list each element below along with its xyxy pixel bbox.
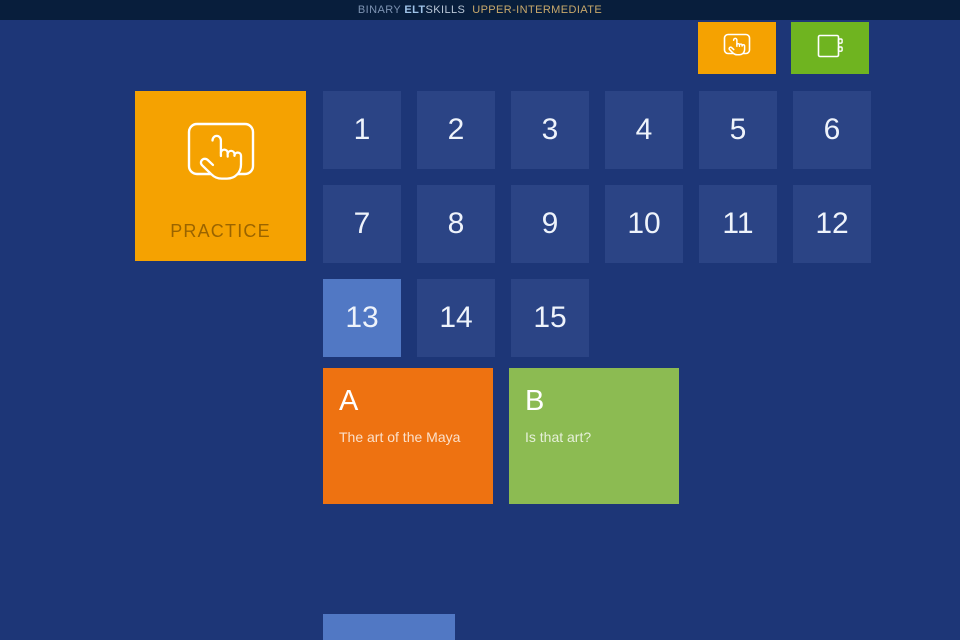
practice-action-button[interactable]: [698, 22, 776, 74]
practice-tile[interactable]: PRACTICE: [135, 91, 306, 261]
skill-tile-row: Speaking: [323, 614, 455, 640]
section-a-title: The art of the Maya: [339, 429, 461, 445]
exercise-tile-5[interactable]: 5: [699, 91, 777, 169]
exercise-tile-13[interactable]: 13: [323, 279, 401, 357]
section-tile-a[interactable]: A The art of the Maya: [323, 368, 493, 504]
exercise-tile-7[interactable]: 7: [323, 185, 401, 263]
section-tile-b[interactable]: B Is that art?: [509, 368, 679, 504]
brand-level-text: UPPER-INTERMEDIATE: [472, 3, 603, 16]
notebook-action-button[interactable]: [791, 22, 869, 74]
exercise-tile-6[interactable]: 6: [793, 91, 871, 169]
brand-elt-text: ELT: [404, 3, 426, 16]
exercise-tile-11[interactable]: 11: [699, 185, 777, 263]
exercise-tile-10[interactable]: 10: [605, 185, 683, 263]
practice-tile-label: PRACTICE: [170, 220, 271, 241]
skill-tile-speaking[interactable]: Speaking: [323, 614, 455, 640]
section-b-letter: B: [525, 385, 545, 417]
section-a-letter: A: [339, 385, 359, 417]
top-action-bar: [698, 22, 869, 74]
brand-title: BINARY ELTSKILLS UPPER-INTERMEDIATE: [357, 3, 603, 16]
exercise-tile-8[interactable]: 8: [417, 185, 495, 263]
brand-skills-text: SKILLS: [425, 3, 466, 16]
app-header-bar: BINARY ELTSKILLS UPPER-INTERMEDIATE: [0, 0, 960, 20]
exercise-tile-3[interactable]: 3: [511, 91, 589, 169]
exercise-tile-1[interactable]: 1: [323, 91, 401, 169]
hand-pointer-icon: [720, 31, 754, 66]
notebook-icon: [814, 31, 846, 66]
exercise-tile-12[interactable]: 12: [793, 185, 871, 263]
section-b-title: Is that art?: [525, 429, 592, 445]
hand-pointer-icon: [175, 118, 267, 207]
exercise-tile-15[interactable]: 15: [511, 279, 589, 357]
brand-binary-text: BINARY: [357, 3, 405, 16]
exercise-tile-14[interactable]: 14: [417, 279, 495, 357]
exercise-number-grid: 1 2 3 4 5 6 7 8 9 10 11 12 13 14 15: [323, 91, 883, 357]
section-tile-row: A The art of the Maya B Is that art?: [323, 368, 679, 504]
exercise-tile-4[interactable]: 4: [605, 91, 683, 169]
exercise-tile-9[interactable]: 9: [511, 185, 589, 263]
exercise-tile-2[interactable]: 2: [417, 91, 495, 169]
